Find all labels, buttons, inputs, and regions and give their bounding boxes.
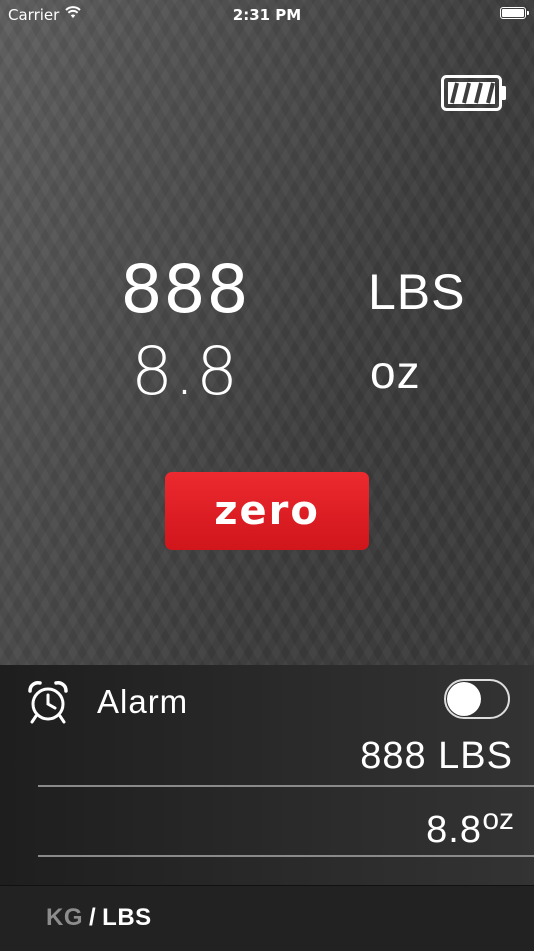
alarm-threshold-sub-unit: oz bbox=[482, 803, 514, 836]
weight-main-unit: LBS bbox=[368, 264, 466, 320]
unit-kg-option[interactable]: KG bbox=[46, 904, 83, 931]
alarm-clock-icon bbox=[28, 681, 68, 724]
alarm-toggle[interactable] bbox=[444, 679, 510, 719]
battery-icon bbox=[441, 75, 506, 111]
zero-button[interactable]: zero bbox=[165, 472, 369, 550]
alarm-toggle-knob bbox=[447, 682, 481, 716]
unit-bar: KG / LBS bbox=[0, 885, 534, 951]
unit-separator: / bbox=[89, 904, 97, 931]
alarm-panel: Alarm 888 LBS 8.8 oz bbox=[0, 665, 534, 885]
status-bar: Carrier 2:31 PM bbox=[0, 0, 534, 30]
alarm-threshold-main-row[interactable]: 888 LBS bbox=[38, 735, 534, 787]
phone-battery-icon bbox=[500, 7, 529, 19]
weight-sub-unit: oz bbox=[370, 346, 421, 398]
weight-main-value: 888 bbox=[120, 251, 250, 328]
unit-lbs-option[interactable]: LBS bbox=[102, 904, 152, 931]
weight-sub-value: 8.8 bbox=[131, 333, 239, 410]
alarm-threshold-sub: 8.8 bbox=[426, 809, 482, 851]
scale-screen: Carrier 2:31 PM 888 LBS 8.8 oz zero Alar… bbox=[0, 0, 534, 951]
alarm-threshold-sub-row[interactable]: 8.8 oz bbox=[38, 803, 534, 857]
status-time: 2:31 PM bbox=[232, 6, 302, 24]
alarm-label: Alarm bbox=[97, 683, 189, 720]
alarm-threshold-main: 888 LBS bbox=[360, 735, 513, 777]
unit-switch: KG / LBS bbox=[46, 904, 152, 932]
